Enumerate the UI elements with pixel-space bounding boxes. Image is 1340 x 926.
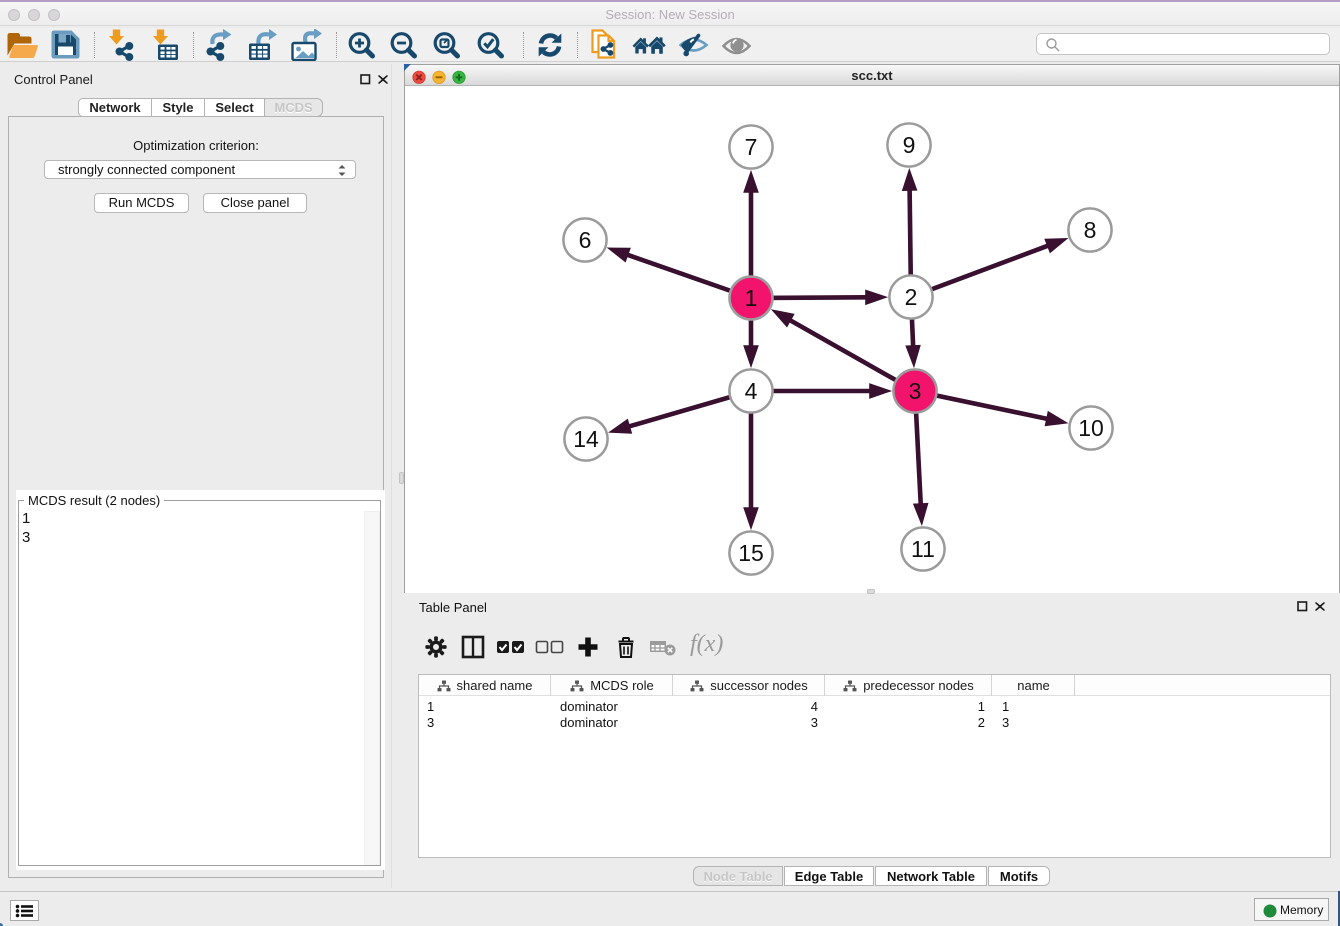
svg-text:15: 15 bbox=[738, 540, 764, 566]
svg-text:2: 2 bbox=[905, 284, 918, 310]
svg-text:1: 1 bbox=[745, 285, 758, 311]
svg-text:10: 10 bbox=[1078, 415, 1104, 441]
svg-text:9: 9 bbox=[903, 132, 916, 158]
svg-text:8: 8 bbox=[1084, 217, 1097, 243]
svg-text:6: 6 bbox=[579, 227, 592, 253]
svg-text:14: 14 bbox=[573, 426, 599, 452]
svg-text:11: 11 bbox=[911, 536, 935, 562]
svg-text:4: 4 bbox=[745, 378, 758, 404]
svg-text:7: 7 bbox=[745, 134, 758, 160]
svg-text:3: 3 bbox=[909, 378, 922, 404]
